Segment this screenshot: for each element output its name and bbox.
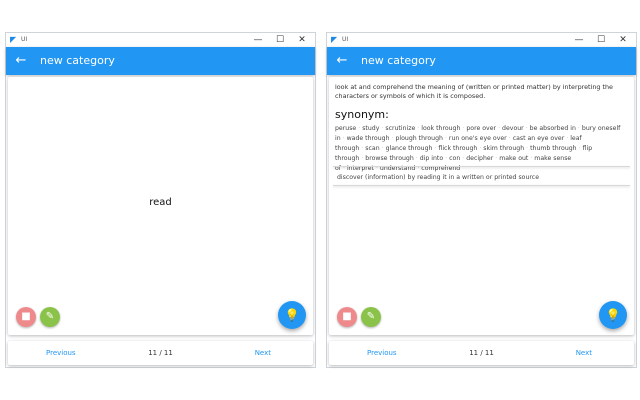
divider <box>333 166 630 167</box>
maximize-button[interactable]: ☐ <box>269 34 291 46</box>
synonym-item: dip into <box>419 155 444 162</box>
delete-button[interactable]: ■ <box>337 307 357 327</box>
synonym-item: study <box>362 125 380 132</box>
synonym-item: look through <box>421 125 461 132</box>
synonym-item: peruse <box>335 125 357 132</box>
title-bar: ◤ UI — ☐ ✕ <box>6 33 315 47</box>
synonym-item: be absorbed in <box>529 125 576 132</box>
page-title: new category <box>40 54 115 67</box>
navigation-footer: Previous 11 / 11 Next <box>329 341 634 365</box>
next-button[interactable]: Next <box>255 341 271 365</box>
back-arrow-icon[interactable]: ← <box>12 47 30 75</box>
close-window-button[interactable]: ✕ <box>291 34 313 46</box>
flashcard-front[interactable]: read ■ ✎ 💡 <box>8 77 313 335</box>
previous-button[interactable]: Previous <box>46 341 76 365</box>
flutter-logo-icon: ◤ <box>10 35 17 44</box>
edit-button[interactable]: ✎ <box>40 307 60 327</box>
flashcard-word: read <box>149 197 172 208</box>
synonym-item: cast an eye over <box>512 135 565 142</box>
app-bar: ← new category <box>6 47 315 75</box>
synonym-item: flick through <box>438 145 478 152</box>
title-bar: ◤ UI — ☐ ✕ <box>327 33 636 47</box>
trash-icon: ■ <box>21 311 31 322</box>
trash-icon: ■ <box>342 311 352 322</box>
definition-text: look at and comprehend the meaning of (w… <box>335 83 613 100</box>
pencil-icon: ✎ <box>45 311 55 322</box>
synonym-item: browse through <box>365 155 414 162</box>
lightbulb-icon: 💡 <box>284 308 300 322</box>
synonym-item: con <box>449 155 461 162</box>
previous-button[interactable]: Previous <box>367 341 397 365</box>
maximize-button[interactable]: ☐ <box>590 34 612 46</box>
close-window-button[interactable]: ✕ <box>612 34 634 46</box>
synonym-item: plough through <box>395 135 443 142</box>
window-app-label: UI <box>21 36 28 43</box>
pencil-icon: ✎ <box>366 311 376 322</box>
navigation-footer: Previous 11 / 11 Next <box>8 341 313 365</box>
synonym-item: run one's eye over <box>448 135 507 142</box>
synonym-item: devour <box>502 125 524 132</box>
synonym-item: glance through <box>385 145 433 152</box>
page-title: new category <box>361 54 436 67</box>
definition-text-2: discover (information) by reading it in … <box>337 174 539 181</box>
delete-button[interactable]: ■ <box>16 307 36 327</box>
hint-button[interactable]: 💡 <box>599 301 627 329</box>
flutter-logo-icon: ◤ <box>331 35 338 44</box>
edit-button[interactable]: ✎ <box>361 307 381 327</box>
app-window-back: ◤ UI — ☐ ✕ ← new category look at and co… <box>326 32 637 368</box>
minimize-button[interactable]: — <box>568 34 590 46</box>
window-app-label: UI <box>342 36 349 43</box>
synonym-item: scrutinize <box>385 125 416 132</box>
synonym-heading: synonym: <box>335 108 389 121</box>
synonym-item: wade through <box>346 135 390 142</box>
flashcard-back[interactable]: look at and comprehend the meaning of (w… <box>329 77 634 335</box>
synonym-item: decipher <box>466 155 494 162</box>
app-window-front: ◤ UI — ☐ ✕ ← new category read ■ ✎ 💡 Pre… <box>5 32 316 368</box>
app-bar: ← new category <box>327 47 636 75</box>
next-button[interactable]: Next <box>576 341 592 365</box>
synonym-item: thumb through <box>530 145 577 152</box>
lightbulb-icon: 💡 <box>605 308 621 322</box>
synonym-item: scan <box>365 145 380 152</box>
back-arrow-icon[interactable]: ← <box>333 47 351 75</box>
synonym-item: make out <box>499 155 529 162</box>
divider <box>333 185 630 186</box>
synonym-item: pore over <box>466 125 497 132</box>
minimize-button[interactable]: — <box>247 34 269 46</box>
hint-button[interactable]: 💡 <box>278 301 306 329</box>
synonym-item: skim through <box>483 145 525 152</box>
